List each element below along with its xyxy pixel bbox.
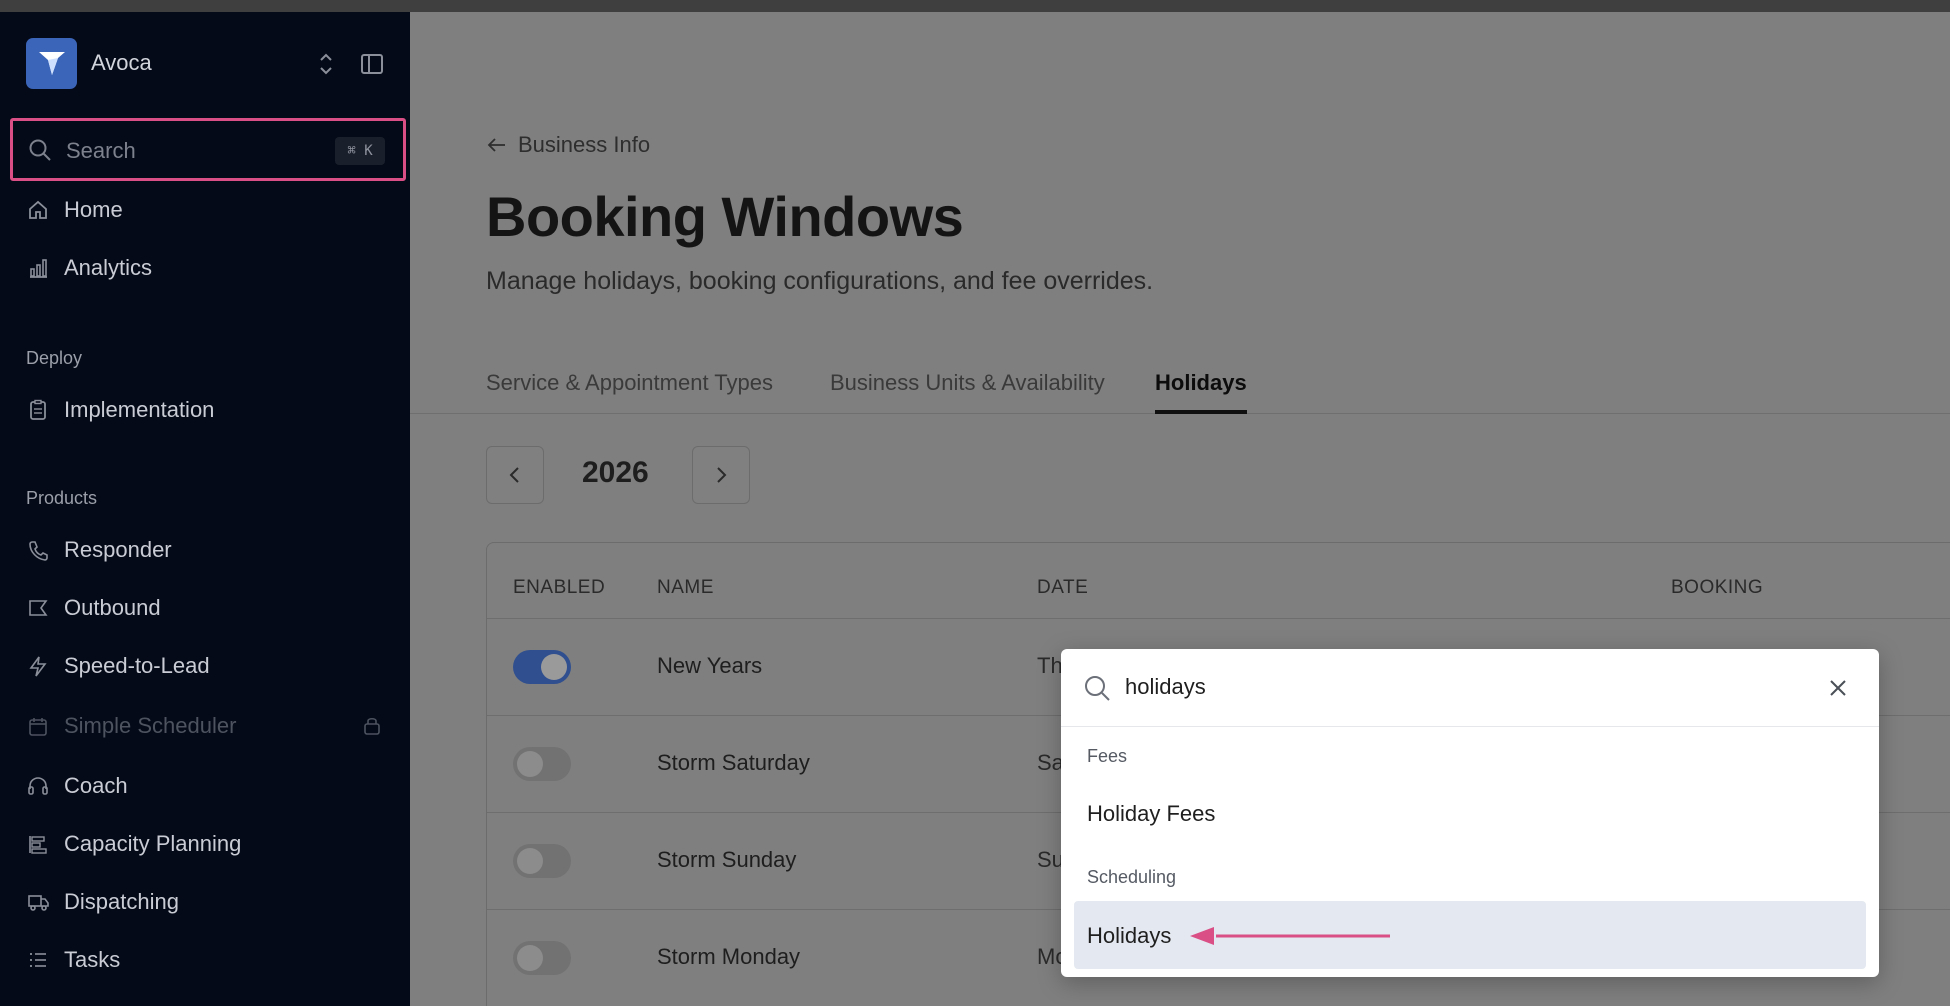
previous-year-button[interactable] (486, 446, 544, 504)
sidebar-item-label: Outbound (64, 595, 161, 620)
palette-group-label: Scheduling (1087, 867, 1177, 887)
holiday-date: Sa (1037, 750, 1064, 775)
sidebar-item-label: Coach (64, 773, 128, 798)
chevron-right-icon (717, 467, 727, 483)
enabled-toggle[interactable] (513, 844, 571, 878)
arrow-left-icon (487, 138, 505, 152)
sidebar: Avoca Search ⌘ K Home Analytics Deploy I… (0, 12, 410, 1006)
workspace-name: Avoca (91, 50, 152, 75)
tab-business-units-availability[interactable]: Business Units & Availability (830, 370, 1105, 396)
chevron-up-down-icon[interactable] (316, 51, 336, 77)
holiday-name: Storm Saturday (657, 750, 810, 775)
column-header-name: NAME (657, 577, 714, 598)
back-link-label: Business Info (518, 132, 651, 157)
command-palette: Fees Holiday Fees Scheduling Holidays (1061, 649, 1879, 977)
sidebar-item-implementation[interactable]: Implementation (26, 390, 386, 430)
year-label: 2026 (582, 456, 649, 489)
sidebar-item-simple-scheduler: Simple Scheduler (26, 706, 386, 746)
sidebar-item-label: Simple Scheduler (64, 713, 237, 738)
sidebar-item-label: Capacity Planning (64, 831, 242, 856)
section-label-deploy: Deploy (26, 348, 83, 368)
sidebar-item-capacity-planning[interactable]: Capacity Planning (26, 824, 386, 864)
sidebar-item-label: Implementation (64, 397, 215, 422)
enabled-toggle[interactable] (513, 650, 571, 684)
tab-holidays[interactable]: Holidays (1155, 370, 1247, 396)
holiday-name: Storm Sunday (657, 847, 797, 872)
bolt-icon (26, 654, 50, 678)
tab-bar: Service & Appointment Types Business Uni… (410, 352, 1950, 414)
workspace-switcher[interactable]: Avoca (26, 37, 386, 89)
sidebar-item-home[interactable]: Home (26, 190, 386, 230)
avoca-logo-icon (26, 37, 77, 89)
holiday-date: Su (1037, 847, 1064, 872)
sidebar-item-coach[interactable]: Coach (26, 766, 386, 806)
sidebar-item-label: Speed-to-Lead (64, 653, 210, 678)
sidebar-item-dispatching[interactable]: Dispatching (26, 882, 386, 922)
close-icon[interactable] (1827, 677, 1849, 699)
search-label: Search (66, 138, 136, 163)
sidebar-item-label: Tasks (64, 947, 121, 972)
column-header-booking: BOOKING (1671, 577, 1764, 598)
holiday-name: Storm Monday (657, 944, 801, 969)
next-year-button[interactable] (692, 446, 750, 504)
sidebar-toggle-icon[interactable] (360, 53, 384, 75)
column-header-date: DATE (1037, 577, 1089, 598)
holiday-date: Th (1037, 653, 1063, 678)
palette-item-label: Holidays (1087, 923, 1172, 948)
enabled-toggle[interactable] (513, 941, 571, 975)
sidebar-item-outbound[interactable]: Outbound (26, 588, 386, 628)
search-shortcut-badge: ⌘ K (335, 137, 385, 165)
sidebar-search-button[interactable]: Search ⌘ K (10, 118, 406, 181)
tab-service-appointment-types[interactable]: Service & Appointment Types (486, 370, 773, 396)
year-navigator: 2026 (486, 446, 866, 504)
sidebar-item-label: Home (64, 197, 123, 222)
truck-icon (26, 890, 50, 914)
back-link[interactable]: Business Info (486, 132, 650, 158)
sidebar-item-responder[interactable]: Responder (26, 530, 386, 570)
annotation-arrow-icon (1190, 927, 1390, 945)
sidebar-item-analytics[interactable]: Analytics (26, 248, 386, 288)
headset-icon (26, 774, 50, 798)
list-icon (26, 948, 50, 972)
sidebar-item-speed-to-lead[interactable]: Speed-to-Lead (26, 646, 386, 686)
chevron-left-icon (509, 467, 519, 483)
window-top-strip (0, 0, 1950, 12)
palette-item-holiday-fees[interactable]: Holiday Fees (1074, 779, 1866, 847)
active-tab-indicator (1155, 410, 1247, 414)
sidebar-item-label: Analytics (64, 255, 153, 280)
clipboard-icon (26, 398, 50, 422)
page-subtitle: Manage holidays, booking configurations,… (486, 267, 1154, 295)
sidebar-item-tasks[interactable]: Tasks (26, 940, 386, 980)
capacity-icon (26, 832, 50, 856)
bar-chart-icon (26, 256, 50, 280)
sidebar-item-label: Dispatching (64, 889, 179, 914)
search-icon (28, 138, 52, 162)
section-label-products: Products (26, 488, 98, 508)
palette-search-bar (1061, 649, 1879, 727)
palette-group-label: Fees (1087, 746, 1128, 766)
sidebar-item-label: Responder (64, 537, 172, 562)
outbound-icon (26, 596, 50, 620)
phone-icon (26, 538, 50, 562)
page-title: Booking Windows (486, 185, 964, 248)
holiday-name: New Years (657, 653, 763, 678)
search-icon (1083, 674, 1111, 707)
column-header-enabled: ENABLED (513, 577, 606, 598)
home-icon (26, 198, 50, 222)
palette-item-label: Holiday Fees (1087, 801, 1216, 826)
enabled-toggle[interactable] (513, 747, 571, 781)
lock-icon (362, 714, 382, 736)
palette-search-input[interactable] (1125, 667, 1775, 707)
calendar-icon (26, 714, 50, 738)
